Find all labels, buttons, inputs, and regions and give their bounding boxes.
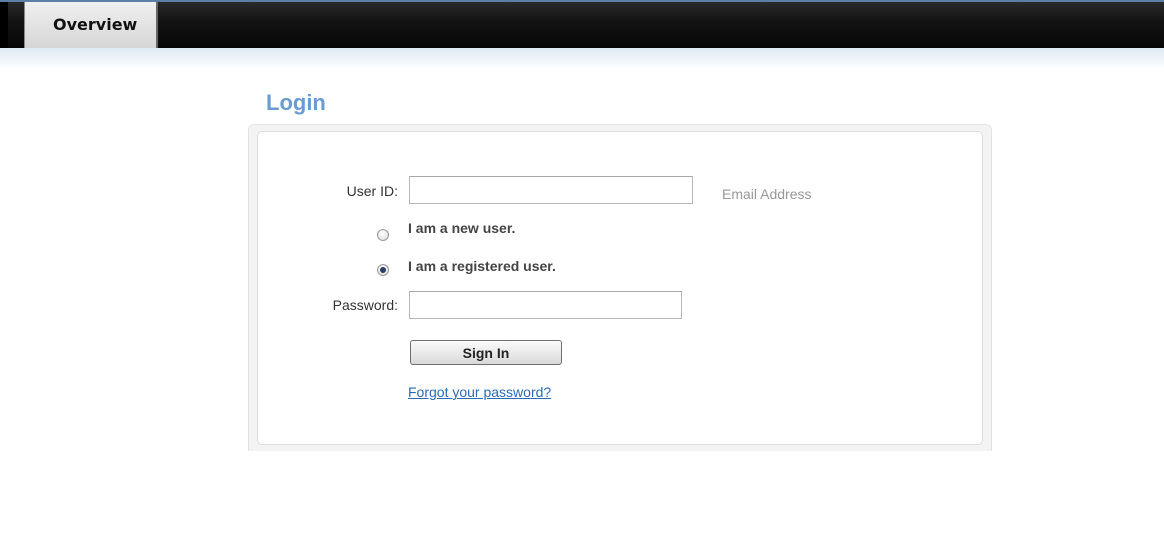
top-navigation-bar: Overview [0,0,1164,48]
tab-overview-label: Overview [53,15,138,34]
userid-hint: Email Address [722,186,812,202]
registered-user-radio[interactable] [377,264,389,276]
userid-input[interactable] [409,176,693,204]
new-user-radio-label[interactable]: I am a new user. [408,220,515,236]
password-label: Password: [332,297,398,313]
forgot-password-link[interactable]: Forgot your password? [408,384,551,400]
password-input[interactable] [409,291,682,319]
userid-label: User ID: [346,183,398,199]
header-glow [0,48,1164,70]
registered-user-radio-label[interactable]: I am a registered user. [408,258,556,274]
new-user-radio[interactable] [377,229,389,241]
radio-selected-dot [380,267,386,273]
login-page: Overview Login User ID: Email Address I … [0,0,1164,548]
sign-in-button[interactable]: Sign In [410,340,562,365]
tab-overview[interactable]: Overview [24,2,158,48]
topbar-edge [0,2,8,48]
page-title: Login [266,90,326,115]
